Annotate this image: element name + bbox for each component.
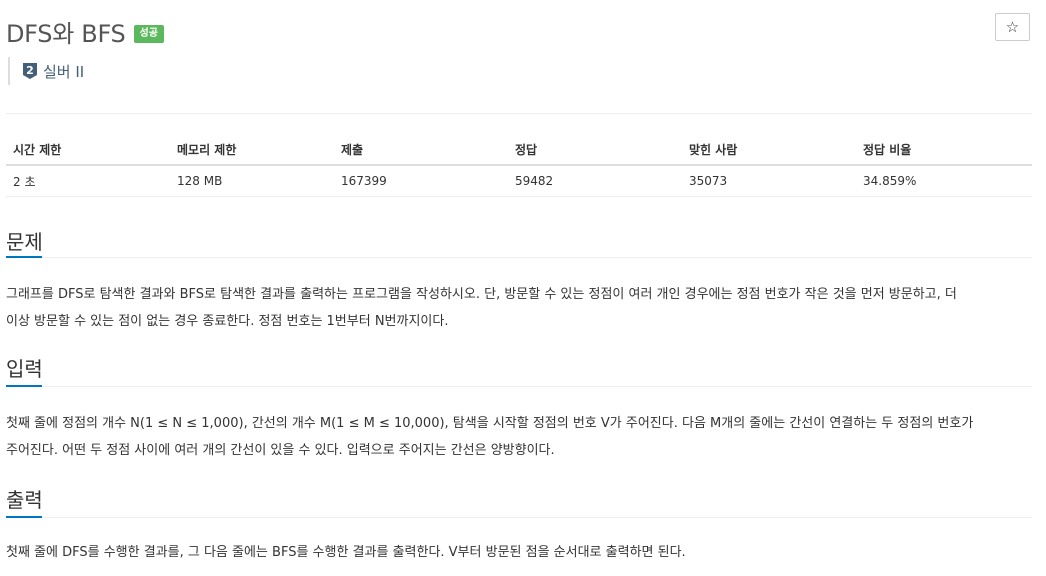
- description-line-2: 이상 방문할 수 있는 점이 없는 경우 종료한다. 정점 번호는 1번부터 N…: [6, 314, 449, 329]
- description-heading-underline: [6, 256, 42, 258]
- input-text: 첫째 줄에 정점의 개수 N(1 ≤ N ≤ 1,000), 간선의 개수 M(…: [6, 410, 1036, 464]
- output-heading-underline: [6, 516, 42, 518]
- header-divider: [6, 113, 1032, 114]
- description-text: 그래프를 DFS로 탐색한 결과와 BFS로 탐색한 결과를 출력하는 프로그램…: [6, 281, 1036, 335]
- tier-label: 실버 II: [43, 62, 85, 81]
- input-heading: 입력: [6, 357, 43, 381]
- submissions-value: 167399: [334, 165, 508, 197]
- input-line-2: 주어진다. 어떤 두 정점 사이에 여러 개의 간선이 있을 수 있다. 입력으…: [6, 443, 555, 458]
- input-line-1: 첫째 줄에 정점의 개수 N(1 ≤ N ≤ 1,000), 간선의 개수 M(…: [6, 416, 974, 431]
- solved-users-header: 맞힌 사람: [682, 134, 856, 166]
- problem-info-table: 시간 제한 메모리 제한 제출 정답 맞힌 사람 정답 비율 2 초 128 M…: [6, 134, 1032, 197]
- accept-ratio-header: 정답 비율: [856, 134, 1032, 166]
- accept-ratio-value: 34.859%: [856, 165, 1032, 197]
- tier-link[interactable]: 2 실버 II: [8, 57, 84, 85]
- star-outline-icon: ☆: [1005, 18, 1020, 36]
- description-heading-divider: [42, 257, 1032, 258]
- output-text: 첫째 줄에 DFS를 수행한 결과를, 그 다음 줄에는 BFS를 수행한 결과…: [6, 539, 1036, 566]
- table-header-row: 시간 제한 메모리 제한 제출 정답 맞힌 사람 정답 비율: [6, 134, 1032, 166]
- input-heading-divider: [42, 386, 1032, 387]
- time-limit-value: 2 초: [6, 165, 170, 197]
- submissions-header: 제출: [334, 134, 508, 166]
- output-heading-divider: [42, 517, 1032, 518]
- output-line-1: 첫째 줄에 DFS를 수행한 결과를, 그 다음 줄에는 BFS를 수행한 결과…: [6, 545, 686, 560]
- input-heading-underline: [6, 385, 42, 387]
- tier-number: 2: [26, 64, 34, 77]
- table-row: 2 초 128 MB 167399 59482 35073 34.859%: [6, 165, 1032, 197]
- description-line-1: 그래프를 DFS로 탐색한 결과와 BFS로 탐색한 결과를 출력하는 프로그램…: [6, 287, 957, 302]
- status-badge: 성공: [133, 24, 164, 43]
- output-heading: 출력: [6, 488, 43, 512]
- solved-users-value: 35073: [682, 165, 856, 197]
- memory-limit-value: 128 MB: [170, 165, 334, 197]
- accepted-header: 정답: [508, 134, 682, 166]
- accepted-value: 59482: [508, 165, 682, 197]
- tier-badge-icon: 2: [23, 63, 37, 79]
- memory-limit-header: 메모리 제한: [170, 134, 334, 166]
- star-button[interactable]: ☆: [995, 13, 1030, 41]
- problem-title: DFS와 BFS: [6, 20, 126, 48]
- time-limit-header: 시간 제한: [6, 134, 170, 166]
- description-heading: 문제: [6, 230, 43, 254]
- problem-header: DFS와 BFS 성공: [6, 14, 164, 49]
